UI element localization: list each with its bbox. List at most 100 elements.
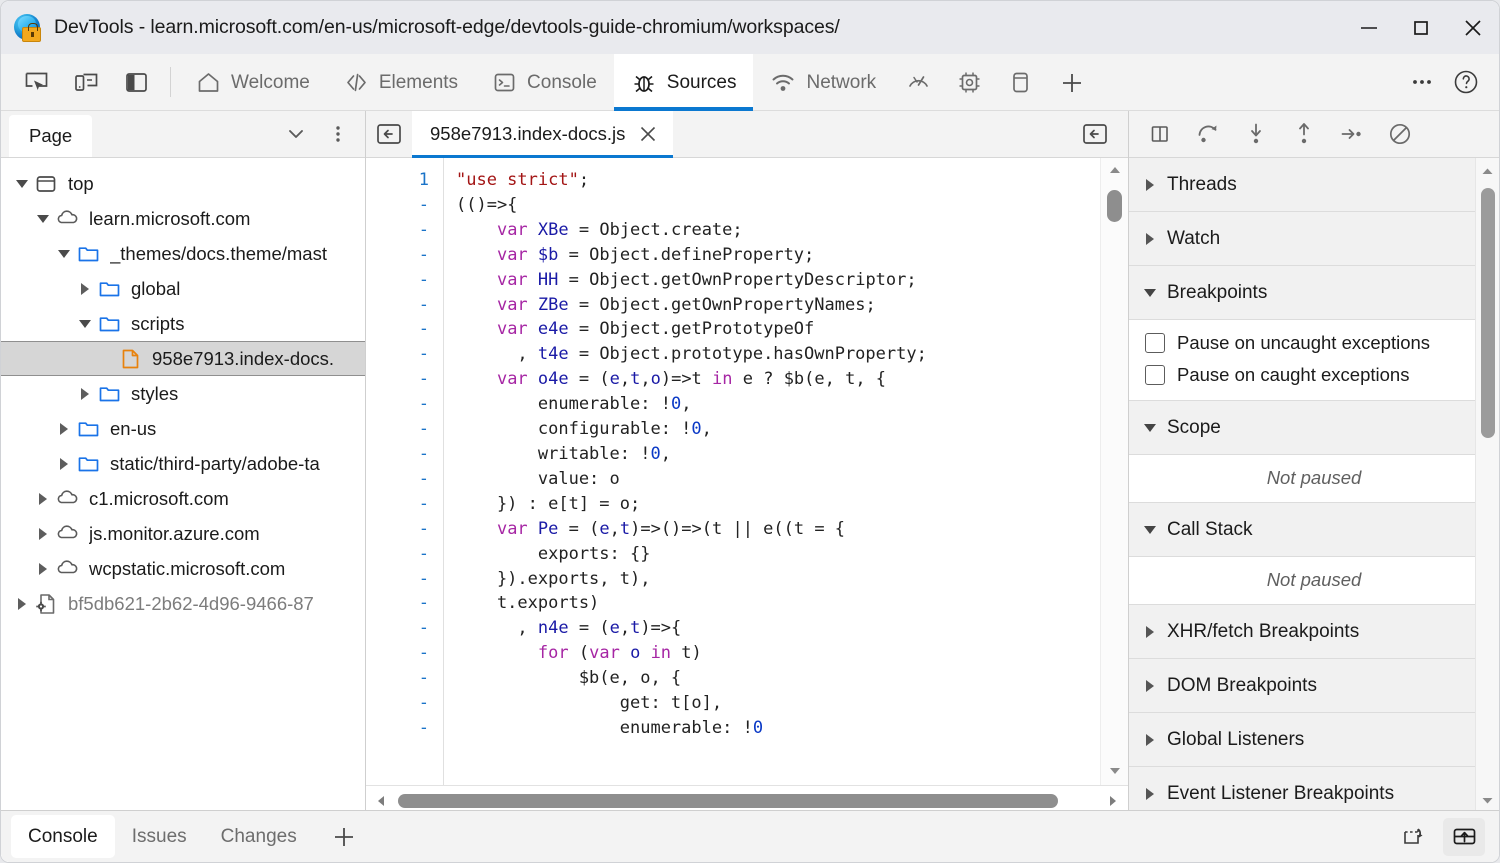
step-over-icon[interactable] [1191,117,1225,151]
drawer-add-tab-button[interactable] [314,811,374,862]
line-number-gutter[interactable]: 1 - - - - - - - - - - - - - - - - - - - - - - [366,158,444,785]
help-button[interactable] [1445,62,1487,102]
debugger-scroll-up-arrow-icon[interactable] [1476,160,1499,182]
tree-node[interactable]: static/third-party/adobe-ta [1,446,365,481]
chevron-down-icon[interactable] [74,319,96,328]
tab-application[interactable] [995,54,1046,111]
tab-welcome[interactable]: Welcome [179,54,327,111]
device-emulation-toggle-button[interactable] [65,62,107,102]
tree-node[interactable]: en-us [1,411,365,446]
navigator-more-options-button[interactable] [319,115,357,153]
deactivate-breakpoints-icon[interactable] [1383,117,1417,151]
add-panel-button[interactable] [1046,54,1098,111]
scroll-down-arrow-icon[interactable] [1107,759,1123,783]
step-icon[interactable] [1335,117,1369,151]
tree-node[interactable]: c1.microsoft.com [1,481,365,516]
close-icon[interactable] [637,123,659,145]
chevron-right-icon[interactable] [11,597,33,610]
tree-node[interactable]: js.monitor.azure.com [1,516,365,551]
debugger-section-call-stack[interactable]: Call Stack [1129,503,1499,557]
drawer-tab-changes[interactable]: Changes [204,811,314,862]
dock-drawer-top-icon[interactable] [1443,817,1485,856]
chevron-down-icon[interactable] [53,249,75,258]
chevron-right-icon[interactable] [1143,232,1156,245]
chevron-right-icon[interactable] [1143,625,1156,638]
drawer-tabs[interactable]: Console Issues Changes [1,811,314,862]
show-debugger-button[interactable] [1072,119,1118,149]
code-editor[interactable]: 1 - - - - - - - - - - - - - - - - - - - - - - "use strict"; (()… [366,158,1128,785]
debugger-section-dom-breakpoints[interactable]: DOM Breakpoints [1129,659,1499,713]
tree-node[interactable]: top [1,166,365,201]
editor-scroll-thumb[interactable] [1107,190,1122,222]
chevron-down-icon[interactable] [32,214,54,223]
drawer-tab-console[interactable]: Console [11,815,115,858]
tree-node[interactable]: _themes/docs.theme/mast [1,236,365,271]
editor-scroll-right-arrow-icon[interactable] [1098,793,1128,809]
tree-node[interactable]: 958e7913.index-docs. [1,341,365,376]
editor-vertical-scrollbar[interactable] [1100,158,1128,785]
tree-node[interactable]: wcpstatic.microsoft.com [1,551,365,586]
panel-layout-toggle-button[interactable] [115,62,157,102]
chevron-right-icon[interactable] [1143,733,1156,746]
editor-hscroll-thumb[interactable] [398,793,1058,808]
debugger-section-breakpoints[interactable]: Breakpoints [1129,266,1499,320]
chevron-down-icon[interactable] [1143,525,1156,534]
minimize-button[interactable] [1343,1,1395,54]
tree-node-label: styles [131,382,179,404]
checkbox-icon[interactable] [1145,365,1165,385]
tree-node[interactable]: styles [1,376,365,411]
step-into-icon[interactable] [1239,117,1273,151]
step-out-icon[interactable] [1287,117,1321,151]
chevron-right-icon[interactable] [1143,787,1156,800]
tab-performance[interactable] [893,54,944,111]
debugger-section-scope[interactable]: Scope [1129,401,1499,455]
breakpoint-option-row[interactable]: Pause on caught exceptions [1129,359,1499,391]
inspect-element-button[interactable] [15,62,57,102]
chevron-right-icon[interactable] [53,457,75,470]
tab-console[interactable]: Console [475,54,614,111]
debugger-section-xhr-fetch-breakpoints[interactable]: XHR/fetch Breakpoints [1129,605,1499,659]
chevron-right-icon[interactable] [74,387,96,400]
tree-node[interactable]: learn.microsoft.com [1,201,365,236]
file-tree[interactable]: top learn.microsoft.com _themes/docs.theme… [1,158,365,837]
tab-sources[interactable]: Sources [613,54,754,111]
pause-resume-icon[interactable] [1143,117,1177,151]
chevron-right-icon[interactable] [32,562,54,575]
tree-node[interactable]: scripts [1,306,365,341]
scroll-up-arrow-icon[interactable] [1107,158,1123,182]
navigator-tab-page[interactable]: Page [9,115,93,157]
show-navigator-button[interactable] [366,119,412,149]
restore-drawer-icon[interactable] [1393,818,1435,856]
chevron-right-icon[interactable] [32,527,54,540]
tab-memory[interactable] [944,54,995,111]
debugger-section-threads[interactable]: Threads [1129,158,1499,212]
debugger-vertical-scrollbar[interactable] [1475,158,1499,862]
chevron-down-icon[interactable] [1143,423,1156,432]
breakpoint-option-row[interactable]: Pause on uncaught exceptions [1129,327,1499,359]
tree-node[interactable]: bf5db621-2b62-4d96-9466-87 [1,586,365,621]
debugger-section-watch[interactable]: Watch [1129,212,1499,266]
debugger-section-global-listeners[interactable]: Global Listeners [1129,713,1499,767]
editor-scroll-left-arrow-icon[interactable] [366,793,396,809]
debugger-sections[interactable]: Threads Watch Breakpoints Pause on uncaught… [1129,158,1499,862]
debugger-scroll-down-arrow-icon[interactable] [1476,789,1499,811]
chevron-right-icon[interactable] [32,492,54,505]
tab-network[interactable]: Network [753,54,893,111]
checkbox-icon[interactable] [1145,333,1165,353]
maximize-button[interactable] [1395,1,1447,54]
drawer-tab-issues[interactable]: Issues [115,811,204,862]
chevron-right-icon[interactable] [74,282,96,295]
tab-elements[interactable]: Elements [327,54,475,111]
chevron-down-icon[interactable] [1143,288,1156,297]
debugger-scroll-thumb[interactable] [1481,188,1495,438]
close-button[interactable] [1447,1,1499,54]
chevron-right-icon[interactable] [1143,679,1156,692]
editor-file-tab[interactable]: 958e7913.index-docs.js [412,110,674,158]
more-options-button[interactable] [1401,62,1443,102]
source-code-content[interactable]: "use strict"; (()=>{ var XBe = Object.cre… [444,158,1100,785]
tree-node[interactable]: global [1,271,365,306]
chevron-right-icon[interactable] [1143,178,1156,191]
chevron-down-icon[interactable] [11,179,33,188]
navigator-more-tabs-button[interactable] [277,115,315,153]
chevron-right-icon[interactable] [53,422,75,435]
